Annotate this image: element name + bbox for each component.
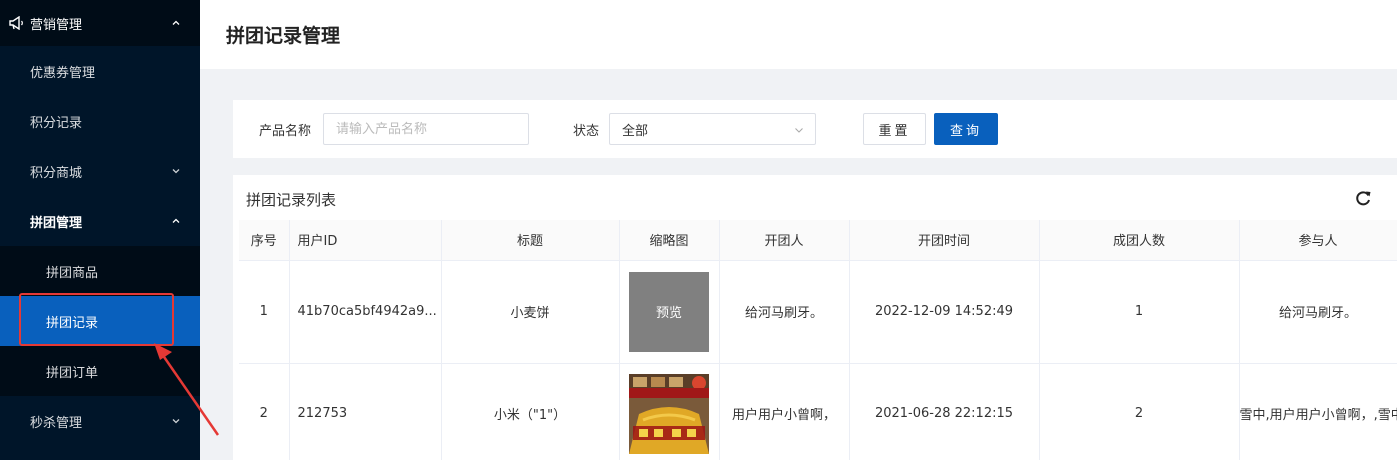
cell-leader: 给河马刷牙。 xyxy=(719,260,850,364)
sidebar-item-label: 拼团订单 xyxy=(46,365,99,381)
cell-count: 2 xyxy=(1039,363,1240,460)
status-select-value: 全部 xyxy=(622,123,649,139)
status-label: 状态 xyxy=(573,124,600,139)
column-header-index: 序号 xyxy=(239,220,290,261)
cell-participants: 雪中,用户用户小曾啊，,雪中 xyxy=(1239,363,1397,460)
sidebar: 营销管理 优惠券管理 积分记录 积分商城 拼团管理 拼团商品 拼团记录 拼团订单… xyxy=(0,0,200,460)
preview-label: 预览 xyxy=(655,306,682,321)
product-name-label: 产品名称 xyxy=(259,124,312,139)
cell-index: 1 xyxy=(239,260,290,364)
sidebar-item-label: 积分商城 xyxy=(30,165,83,181)
list-title: 拼团记录列表 xyxy=(246,191,337,209)
table-row[interactable]: 2 212753 小米（"1"） 用户用户小曾啊， 2021-06-28 22:… xyxy=(239,363,1397,460)
sidebar-item-group-buy[interactable]: 拼团管理 xyxy=(0,196,200,246)
sidebar-item-label: 积分记录 xyxy=(30,115,83,131)
column-header-thumbnail: 缩略图 xyxy=(619,220,720,261)
menu-group-label: 营销管理 xyxy=(30,17,83,33)
sidebar-item-points-record[interactable]: 积分记录 xyxy=(0,96,200,146)
filter-bar: 产品名称 状态 全部 重置 查询 xyxy=(233,100,1397,158)
page-title: 拼团记录管理 xyxy=(226,25,341,47)
column-header-count: 成团人数 xyxy=(1039,220,1240,261)
sidebar-item-label: 秒杀管理 xyxy=(30,415,83,431)
column-header-participants: 参与人 xyxy=(1239,220,1397,261)
status-select[interactable]: 全部 xyxy=(609,113,816,145)
refresh-icon[interactable] xyxy=(1353,188,1373,208)
cell-participants: 给河马刷牙。 xyxy=(1239,260,1397,364)
table-row[interactable]: 1 41b70ca5bf4942a9... 小麦饼 预览 给河马刷牙。 2022… xyxy=(239,260,1397,364)
cell-title: 小麦饼 xyxy=(441,260,620,364)
sidebar-item-group-products[interactable]: 拼团商品 xyxy=(0,246,200,296)
query-button[interactable]: 查询 xyxy=(934,113,998,145)
sidebar-item-label: 优惠券管理 xyxy=(30,65,96,81)
cell-time: 2021-06-28 22:12:15 xyxy=(849,363,1040,460)
sidebar-item-points-mall[interactable]: 积分商城 xyxy=(0,146,200,196)
record-table: 序号 用户ID 标题 缩略图 开团人 开团时间 成团人数 参与人 1 41b70… xyxy=(239,220,1397,460)
product-thumbnail-image[interactable] xyxy=(629,373,709,454)
record-list-card: 拼团记录列表 序号 用户ID 标题 缩略图 开团人 开团时间 成团人数 参与人 xyxy=(233,175,1397,460)
cell-thumbnail xyxy=(619,363,720,460)
menu-group-marketing[interactable]: 营销管理 xyxy=(0,0,200,46)
chevron-up-icon xyxy=(172,218,180,223)
cell-leader: 用户用户小曾啊， xyxy=(719,363,850,460)
product-name-input[interactable] xyxy=(323,113,529,145)
sidebar-item-group-records[interactable]: 拼团记录 xyxy=(0,296,200,346)
sidebar-item-group-orders[interactable]: 拼团订单 xyxy=(0,346,200,396)
cell-index: 2 xyxy=(239,363,290,460)
sidebar-item-label: 拼团管理 xyxy=(30,215,83,231)
chevron-up-icon xyxy=(172,20,180,25)
column-header-user-id: 用户ID xyxy=(289,220,442,261)
chevron-down-icon xyxy=(172,419,180,424)
sidebar-item-label: 拼团商品 xyxy=(46,265,99,281)
main-content: 拼团记录管理 产品名称 状态 全部 重置 查询 拼团记录列表 序号 用户ID xyxy=(200,0,1397,460)
table-header-row: 序号 用户ID 标题 缩略图 开团人 开团时间 成团人数 参与人 xyxy=(239,220,1397,261)
column-header-title: 标题 xyxy=(441,220,620,261)
cell-user-id: 212753 xyxy=(289,363,442,460)
sidebar-item-coupons[interactable]: 优惠券管理 xyxy=(0,46,200,96)
thumbnail-preview[interactable]: 预览 xyxy=(629,271,709,352)
chevron-down-icon xyxy=(795,128,803,133)
sidebar-item-label: 拼团记录 xyxy=(46,315,99,331)
column-header-time: 开团时间 xyxy=(849,220,1040,261)
cell-time: 2022-12-09 14:52:49 xyxy=(849,260,1040,364)
reset-button[interactable]: 重置 xyxy=(863,113,926,145)
millet-product-image xyxy=(629,373,709,454)
page-header: 拼团记录管理 xyxy=(200,0,1397,69)
chevron-down-icon xyxy=(172,169,180,174)
cell-count: 1 xyxy=(1039,260,1240,364)
cell-user-id: 41b70ca5bf4942a9... xyxy=(289,260,442,364)
column-header-leader: 开团人 xyxy=(719,220,850,261)
megaphone-icon xyxy=(8,14,26,32)
cell-thumbnail: 预览 xyxy=(619,260,720,364)
sidebar-item-flash-sale[interactable]: 秒杀管理 xyxy=(0,396,200,446)
cell-title: 小米（"1"） xyxy=(441,363,620,460)
